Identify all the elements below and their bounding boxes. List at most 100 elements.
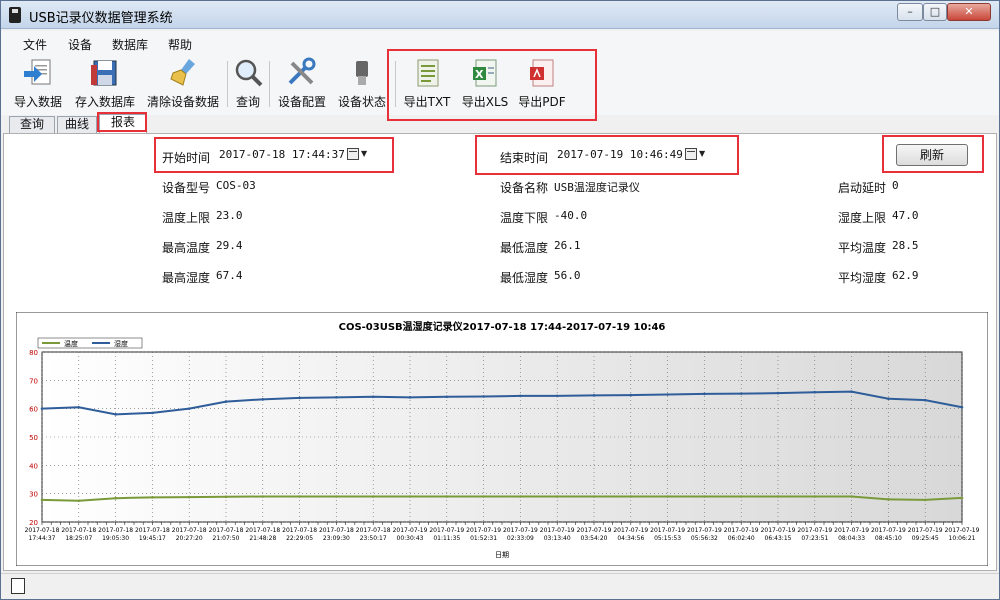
x-axis-label: 日期 <box>495 551 509 559</box>
temp-lower-label: 温度下限 <box>500 211 549 225</box>
x-tick-date: 2017-07-19 <box>429 527 464 534</box>
series-point <box>482 395 485 398</box>
x-tick-date: 2017-07-18 <box>282 527 317 534</box>
minimize-button[interactable]: – <box>897 3 923 21</box>
x-tick-time: 06:02:40 <box>728 535 755 542</box>
chart-legend: 温度 湿度 <box>37 337 143 349</box>
x-tick-date: 2017-07-19 <box>613 527 648 534</box>
series-point <box>371 495 375 498</box>
x-tick-date: 2017-07-19 <box>650 527 685 534</box>
series-point <box>114 413 117 416</box>
series-point <box>703 495 706 498</box>
menu-help[interactable]: 帮助 <box>168 36 192 53</box>
series-point <box>887 397 890 401</box>
series-point <box>739 495 743 498</box>
x-tick-time: 10:06:21 <box>949 535 976 542</box>
series-point <box>666 495 669 498</box>
x-tick-time: 08:45:10 <box>875 535 902 542</box>
x-tick-date: 2017-07-18 <box>98 527 133 534</box>
query-button[interactable]: 查询 <box>233 57 263 111</box>
series-point <box>77 405 81 409</box>
min-temp-label: 最低温度 <box>500 241 549 255</box>
title-bar: USB记录仪数据管理系统 – □ ✕ <box>1 1 999 29</box>
x-tick-time: 02:33:09 <box>507 535 534 542</box>
max-temp-label: 最高温度 <box>162 241 211 255</box>
y-tick-label: 20 <box>29 519 38 527</box>
end-time-highlight <box>475 135 739 175</box>
x-tick-time: 08:04:33 <box>838 535 865 542</box>
x-tick-time: 04:34:56 <box>617 535 644 542</box>
series-point <box>776 391 780 395</box>
temp-humidity-chart: COS-03USB温湿度记录仪2017-07-18 17:44-2017-07-… <box>16 312 988 566</box>
series-point <box>151 411 154 415</box>
save-to-db-button[interactable]: 存入数据库 <box>73 57 137 111</box>
series-point <box>629 495 633 498</box>
legend-label: 温度 <box>64 339 78 348</box>
x-tick-date: 2017-07-18 <box>245 527 280 534</box>
device-status-button[interactable]: 设备状态 <box>337 57 387 111</box>
config-tools-icon <box>288 57 316 85</box>
series-point <box>77 499 81 503</box>
start-delay-label: 启动延时 <box>838 181 887 195</box>
x-tick-time: 01:52:31 <box>470 535 497 542</box>
x-tick-time: 18:25:07 <box>65 535 92 542</box>
x-tick-date: 2017-07-19 <box>393 527 428 534</box>
export-buttons-highlight <box>387 49 597 121</box>
series-point <box>187 495 191 499</box>
series-point <box>151 496 154 499</box>
series-point <box>224 495 228 499</box>
series-point <box>445 495 449 498</box>
x-tick-time: 03:13:40 <box>544 535 571 542</box>
series-point <box>923 498 927 502</box>
menu-device[interactable]: 设备 <box>68 36 92 53</box>
series-point <box>813 390 817 394</box>
series-point <box>960 405 964 409</box>
save-db-icon <box>91 60 117 86</box>
x-tick-time: 05:15:53 <box>654 535 681 542</box>
x-tick-time: 22:29:05 <box>286 535 313 542</box>
status-bar <box>1 573 999 599</box>
x-tick-time: 19:05:30 <box>102 535 129 542</box>
x-tick-date: 2017-07-18 <box>209 527 244 534</box>
close-button[interactable]: ✕ <box>947 3 991 21</box>
main-window: USB记录仪数据管理系统 – □ ✕ 文件 设备 数据库 帮助 导入数据 存入数… <box>0 0 1000 600</box>
x-tick-date: 2017-07-18 <box>356 527 391 534</box>
temp-lower-value: -40.0 <box>554 209 588 222</box>
min-humidity-label: 最低湿度 <box>500 271 549 285</box>
maximize-button[interactable]: □ <box>923 3 947 21</box>
menu-file[interactable]: 文件 <box>23 36 47 53</box>
series-point <box>555 495 559 498</box>
y-tick-label: 30 <box>29 491 38 499</box>
tab-curve[interactable]: 曲线 <box>57 116 97 133</box>
series-point <box>408 495 412 498</box>
y-tick-label: 50 <box>29 434 38 442</box>
y-tick-label: 80 <box>29 349 38 357</box>
usb-status-icon <box>356 61 368 85</box>
clear-device-data-button[interactable]: 清除设备数据 <box>145 57 221 111</box>
x-tick-time: 09:25:45 <box>912 535 939 542</box>
x-tick-date: 2017-07-19 <box>908 527 943 534</box>
device-status-label: 设备状态 <box>337 95 386 109</box>
toolbar-separator <box>227 61 228 107</box>
x-tick-time: 00:30:43 <box>397 535 424 542</box>
x-tick-time: 03:54:20 <box>581 535 608 542</box>
start-time-highlight <box>154 137 394 173</box>
series-point <box>555 394 559 398</box>
tab-query[interactable]: 查询 <box>9 116 55 133</box>
avg-humidity-value: 62.9 <box>892 269 919 282</box>
save-to-db-label: 存入数据库 <box>74 95 135 109</box>
menu-database[interactable]: 数据库 <box>112 36 148 53</box>
import-data-button[interactable]: 导入数据 <box>13 57 63 111</box>
report-tab-highlight <box>97 112 147 132</box>
series-point <box>114 496 117 500</box>
device-name-value: USB温湿度记录仪 <box>554 181 640 194</box>
series-point <box>261 495 265 498</box>
usb-app-icon <box>9 7 21 23</box>
x-tick-time: 17:44:37 <box>29 535 56 542</box>
series-point <box>666 393 669 396</box>
device-config-button[interactable]: 设备配置 <box>277 57 327 111</box>
x-tick-time: 19:45:17 <box>139 535 166 542</box>
series-point <box>703 392 706 396</box>
search-icon <box>235 59 263 87</box>
x-tick-time: 23:09:30 <box>323 535 350 542</box>
